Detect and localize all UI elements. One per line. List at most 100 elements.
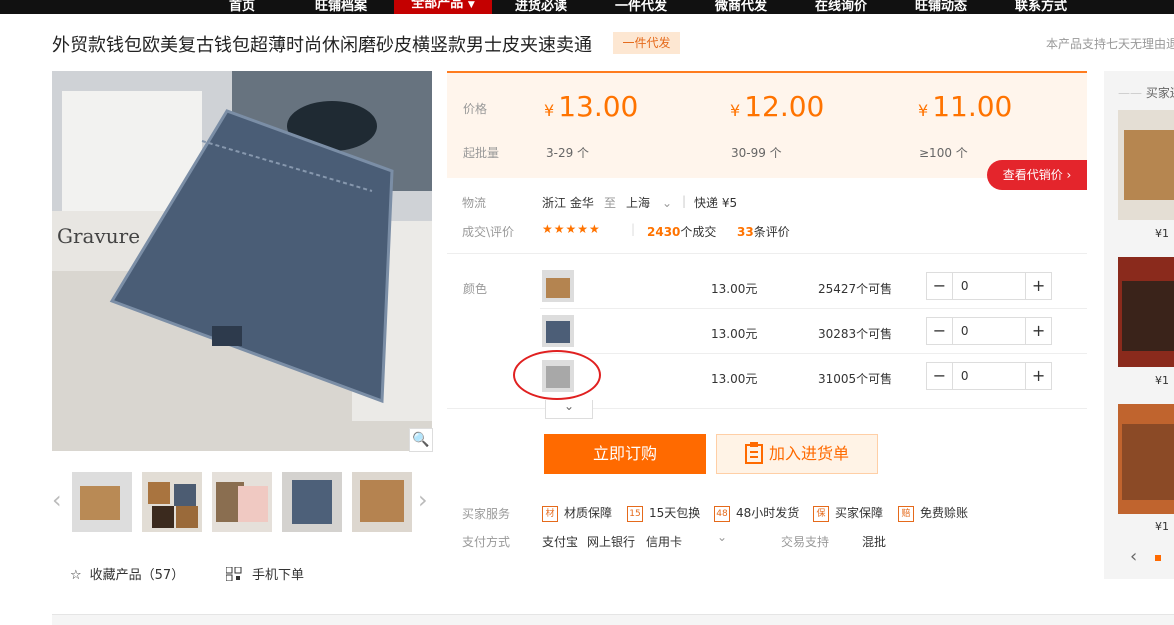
quantity-stepper-3: − 0 +: [926, 362, 1052, 390]
credit-icon: 赔: [898, 505, 914, 522]
thumbnail-1[interactable]: [72, 472, 132, 532]
color-swatch-2[interactable]: [542, 315, 574, 347]
price-box: [447, 71, 1087, 178]
gallery-next-arrow[interactable]: ›: [418, 486, 428, 514]
color-price-2: 13.00元: [711, 327, 758, 341]
related-product-2[interactable]: [1118, 257, 1174, 367]
view-agent-price-button[interactable]: 查看代销价 ›: [987, 160, 1087, 190]
price-tier-2: ¥12.00: [730, 90, 825, 123]
services-label: 买家服务: [462, 507, 511, 521]
nav-item-news[interactable]: 旺铺动态: [915, 0, 967, 14]
nav-item-dropship[interactable]: 一件代发: [615, 0, 667, 14]
thumbnail-4[interactable]: [282, 472, 342, 532]
qty-tier-2: 30-99 个: [731, 146, 782, 160]
service-item-buyer-protection[interactable]: 保买家保障: [813, 504, 883, 522]
nav-item-inquiry[interactable]: 在线询价: [815, 0, 867, 14]
nav-item-buying-guide[interactable]: 进货必读: [515, 0, 567, 14]
plus-button[interactable]: +: [1025, 273, 1051, 299]
deals-count[interactable]: 2430个成交: [647, 223, 716, 240]
quantity-input[interactable]: 0: [953, 318, 1025, 344]
qty-tier-3: ≥100 个: [919, 146, 968, 160]
color-stock-2: 30283个可售: [818, 327, 893, 341]
star-icon: ☆: [70, 568, 82, 583]
moq-label: 起批量: [463, 146, 500, 160]
bottom-section-bar: [52, 614, 1174, 625]
related-product-3[interactable]: [1118, 404, 1174, 514]
color-price-3: 13.00元: [711, 372, 758, 386]
shield-icon: 保: [813, 505, 829, 522]
quantity-stepper-1: − 0 +: [926, 272, 1052, 300]
divider: |: [682, 194, 687, 208]
service-item-material[interactable]: 材材质保障: [542, 504, 612, 522]
related-price-3: ¥1: [1155, 520, 1169, 533]
price-label: 价格: [463, 102, 488, 116]
svg-text:Gravure: Gravure: [57, 224, 140, 248]
add-to-cart-button[interactable]: 加入进货单: [716, 434, 878, 474]
thumbnail-5[interactable]: [352, 472, 412, 532]
price-tier-3: ¥11.00: [918, 90, 1013, 123]
main-product-image[interactable]: Gravure: [52, 71, 432, 451]
divider: |: [631, 222, 636, 236]
nav-item-shop-profile[interactable]: 旺铺档案: [315, 0, 367, 14]
payment-label: 支付方式: [462, 535, 511, 549]
highlight-circle: [513, 350, 601, 400]
carousel-dot-active[interactable]: [1155, 555, 1161, 561]
price-tier-1: ¥13.00: [544, 90, 639, 123]
chevron-down-icon[interactable]: ⌄: [717, 530, 727, 544]
ship-to-select[interactable]: 上海 ⌄: [626, 194, 672, 211]
deals-label: 成交\评价: [462, 225, 515, 239]
quantity-stepper-2: − 0 +: [926, 317, 1052, 345]
plus-button[interactable]: +: [1025, 363, 1051, 389]
service-item-shipping[interactable]: 48 48小时发货: [714, 504, 799, 522]
dropship-badge: 一件代发: [613, 32, 680, 54]
payment-credit-card: 信用卡: [646, 535, 683, 549]
color-swatch-1[interactable]: [542, 270, 574, 302]
expand-colors-button[interactable]: ⌄: [545, 400, 593, 419]
service-item-credit[interactable]: 赔免费赊账: [898, 504, 968, 522]
nav-item-wechat-dropship[interactable]: 微商代发: [715, 0, 767, 14]
ship-from: 浙江 金华: [542, 196, 594, 210]
nav-item-home[interactable]: 首页: [229, 0, 255, 14]
quantity-input[interactable]: 0: [953, 273, 1025, 299]
order-now-button[interactable]: 立即订购: [544, 434, 706, 474]
clipboard-icon: [744, 442, 763, 464]
related-price-1: ¥1: [1155, 227, 1169, 240]
color-stock-3: 31005个可售: [818, 372, 893, 386]
nav-item-contact[interactable]: 联系方式: [1015, 0, 1067, 14]
thumbnail-2[interactable]: [142, 472, 202, 532]
related-price-2: ¥1: [1155, 374, 1169, 387]
exchange-icon: 15: [627, 505, 643, 522]
thumbnail-3[interactable]: [212, 472, 272, 532]
chevron-down-icon: ⌄: [662, 196, 673, 210]
wallet-photo: Gravure: [52, 71, 432, 451]
shipping-method: 快递 ¥5: [694, 196, 738, 210]
mobile-order-label: 手机下单: [252, 568, 305, 583]
service-item-exchange[interactable]: 15 15天包换: [627, 504, 700, 522]
favorite-button[interactable]: ☆ 收藏产品（57）: [70, 564, 184, 583]
qty-tier-1: 3-29 个: [546, 146, 590, 160]
reviews-count[interactable]: 33条评价: [737, 223, 790, 240]
related-prev-arrow[interactable]: ‹: [1130, 546, 1137, 567]
nav-item-all-products[interactable]: 全部产品 ▼: [394, 0, 492, 14]
color-price-1: 13.00元: [711, 282, 758, 296]
plus-button[interactable]: +: [1025, 318, 1051, 344]
material-icon: 材: [542, 505, 558, 522]
zoom-icon[interactable]: 🔍: [409, 428, 433, 452]
ship-to-word: 至: [604, 196, 617, 210]
qr-code-icon: [225, 566, 242, 582]
row-divider: [540, 353, 1087, 354]
divider-line: [447, 408, 1087, 409]
product-title: 外贸款钱包欧美复古钱包超薄时尚休闲磨砂皮横竖款男士皮夹速卖通: [52, 35, 592, 56]
payment-alipay: 支付宝: [542, 535, 579, 549]
color-label: 颜色: [463, 282, 488, 296]
quantity-input[interactable]: 0: [953, 363, 1025, 389]
top-nav: 首页 旺铺档案 全部产品 ▼ 进货必读 一件代发 微商代发 在线询价 旺铺动态 …: [0, 0, 1174, 14]
minus-button[interactable]: −: [927, 318, 953, 344]
return-policy-note: 本产品支持七天无理由退: [1046, 37, 1174, 51]
favorite-label: 收藏产品（57）: [89, 568, 185, 583]
related-product-1[interactable]: [1118, 110, 1174, 220]
minus-button[interactable]: −: [927, 273, 953, 299]
gallery-prev-arrow[interactable]: ‹: [52, 486, 62, 514]
mobile-order-button[interactable]: 手机下单: [225, 564, 305, 583]
minus-button[interactable]: −: [927, 363, 953, 389]
